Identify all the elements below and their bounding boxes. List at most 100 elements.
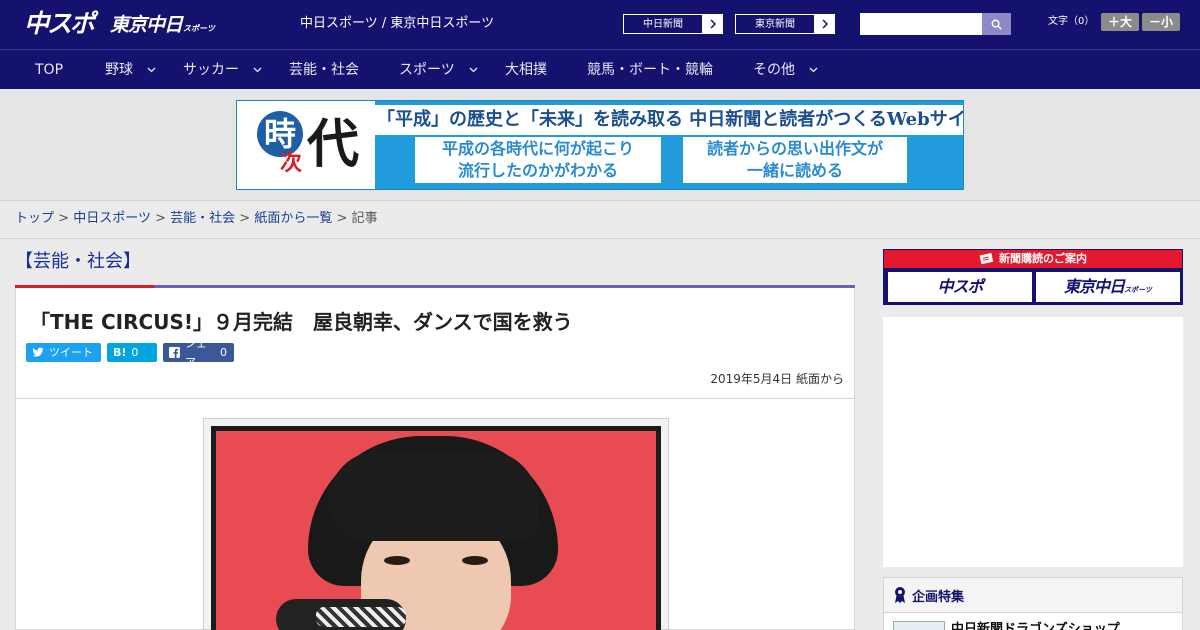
article-photo-border: [211, 426, 661, 630]
breadcrumb-separator: >: [239, 211, 251, 226]
search-icon: [991, 19, 1002, 30]
breadcrumb-separator: >: [58, 211, 70, 226]
nav-item-soccer[interactable]: サッカー: [183, 50, 262, 89]
nav-item-sumo[interactable]: 大相撲: [505, 50, 547, 89]
photo-eye-left: [384, 556, 410, 565]
feature-item[interactable]: 中日新聞ドラゴンズショップ: [893, 621, 1120, 630]
tokyo-shimbun-label: 東京新聞: [735, 14, 815, 34]
banner-feature-1: 平成の各時代に何が起こり 流行したのかがわかる: [415, 137, 661, 183]
main-content: 【芸能・社会】 「THE CIRCUS!」９月完結 屋良朝幸、ダンスで国を救う …: [15, 239, 855, 630]
hatena-count: 0: [131, 346, 139, 359]
facebook-icon: [169, 347, 180, 358]
nav-label: スポーツ: [399, 61, 455, 78]
chevron-right-icon: [703, 14, 723, 34]
newspaper-icon: [979, 253, 994, 265]
breadcrumb-entertainment[interactable]: 芸能・社会: [170, 211, 235, 226]
article-title: 「THE CIRCUS!」９月完結 屋良朝幸、ダンスで国を救う: [30, 310, 573, 334]
hatena-label: B!: [113, 346, 127, 359]
site-title: 中日スポーツ / 東京中日スポーツ: [300, 16, 495, 31]
facebook-share-button[interactable]: シェア 0: [163, 337, 234, 369]
chevron-right-icon: [815, 14, 835, 34]
breadcrumb-separator: >: [155, 211, 166, 226]
tile-2-small: スポーツ: [1124, 286, 1152, 294]
chunichi-shimbun-label: 中日新聞: [623, 14, 703, 34]
nav-item-entertainment[interactable]: 芸能・社会: [289, 50, 359, 89]
tokyo-logo-small: スポーツ: [183, 24, 215, 33]
nav-item-sports[interactable]: スポーツ: [399, 50, 478, 89]
banner-headline: 「平成」の歴史と「未来」を読み取る 中日新聞と読者がつくるWebサイト: [375, 105, 963, 135]
main-nav: TOP 野球 サッカー 芸能・社会 スポーツ 大相撲 競馬・ボート・競輪 その他: [0, 49, 1200, 89]
photo-bangs: [328, 451, 538, 541]
tweet-button[interactable]: ツイート: [26, 343, 101, 362]
chevron-down-icon: [469, 67, 478, 72]
nav-label: サッカー: [183, 61, 239, 78]
nav-label: 大相撲: [505, 61, 547, 78]
chunichi-shimbun-button[interactable]: 中日新聞: [622, 13, 724, 35]
feature-heading-label: 企画特集: [912, 589, 965, 605]
facebook-count: 0: [220, 346, 227, 359]
feature-section: 企画特集 中日新聞ドラゴンズショップ: [883, 577, 1183, 630]
article-photo[interactable]: [216, 431, 656, 630]
article-date: 2019年5月4日 紙面から: [710, 372, 844, 386]
breadcrumb-paper-list[interactable]: 紙面から一覧: [254, 211, 332, 226]
breadcrumb-chunichi-sports[interactable]: 中日スポーツ: [73, 211, 151, 226]
nav-label: 芸能・社会: [289, 61, 359, 78]
jidai-logo: 時 次 代: [237, 101, 375, 189]
nav-item-baseball[interactable]: 野球: [105, 50, 156, 89]
search-button[interactable]: [982, 13, 1011, 35]
breadcrumb-separator: >: [336, 211, 348, 226]
tokyo-logo-text: 東京中日: [110, 14, 183, 36]
site-header: 中スポ 東京中日スポーツ 中日スポーツ / 東京中日スポーツ 中日新聞 東京新聞…: [0, 0, 1200, 49]
feature-thumbnail: [893, 621, 945, 630]
tokyo-shimbun-button[interactable]: 東京新聞: [734, 13, 836, 35]
jidai-banner-ad[interactable]: 時 次 代 「平成」の歴史と「未来」を読み取る 中日新聞と読者がつくるWebサイ…: [236, 100, 964, 190]
article-category: 【芸能・社会】: [15, 251, 141, 272]
feature-heading: 企画特集: [884, 578, 1182, 613]
banner-feature-2-line1: 読者からの思い出作文が: [706, 139, 883, 158]
banner-feature-1-line1: 平成の各時代に何が起こり: [441, 139, 634, 158]
chuspo-logo[interactable]: 中スポ: [24, 8, 95, 40]
feature-item-label: 中日新聞ドラゴンズショップ: [951, 622, 1120, 630]
facebook-share-label: シェア: [184, 336, 207, 369]
hatena-bookmark-button[interactable]: B! 0: [107, 343, 157, 362]
ribbon-icon: [895, 587, 905, 603]
nav-label: その他: [753, 61, 795, 78]
chevron-down-icon: [147, 67, 156, 72]
search-input[interactable]: [860, 13, 982, 35]
tweet-label: ツイート: [49, 346, 93, 359]
font-smaller-button[interactable]: －小: [1142, 13, 1180, 31]
banner-feature-2: 読者からの思い出作文が 一緒に読める: [683, 137, 907, 183]
nav-label: 野球: [105, 61, 133, 78]
sidebar-ad-slot: [883, 317, 1183, 567]
share-buttons: ツイート B! 0 シェア 0: [26, 337, 234, 369]
banner-area: 時 次 代 「平成」の歴史と「未来」を読み取る 中日新聞と読者がつくるWebサイ…: [0, 89, 1200, 201]
tokyo-chunichi-logo[interactable]: 東京中日スポーツ: [110, 11, 215, 39]
chevron-down-icon: [809, 67, 818, 72]
banner-feature-1-line2: 流行したのかがわかる: [457, 161, 618, 180]
subscription-guide: 新聞購読のご案内 中スポ 東京中日スポーツ: [883, 249, 1183, 305]
nav-item-top[interactable]: TOP: [35, 50, 63, 89]
photo-eye-right: [462, 556, 488, 565]
font-size-label: 文字（0）: [1048, 16, 1095, 27]
breadcrumb-current: 記事: [351, 211, 378, 226]
nav-item-other[interactable]: その他: [753, 50, 818, 89]
breadcrumb-top[interactable]: トップ: [15, 211, 54, 226]
breadcrumb: トップ > 中日スポーツ > 芸能・社会 > 紙面から一覧 > 記事: [15, 210, 378, 228]
font-larger-button[interactable]: ＋大: [1101, 13, 1139, 31]
banner-feature-2-line2: 一緒に読める: [746, 161, 843, 180]
article-card: 「THE CIRCUS!」９月完結 屋良朝幸、ダンスで国を救う ツイート B! …: [15, 288, 855, 630]
logo-dai: 代: [307, 114, 360, 175]
subscribe-chuspo-link[interactable]: 中スポ: [888, 272, 1032, 302]
twitter-icon: [32, 347, 44, 357]
logo-tsugi: 次: [280, 150, 303, 176]
chevron-down-icon: [253, 67, 262, 72]
tile-2-text: 東京中日: [1064, 277, 1125, 296]
nav-label: 競馬・ボート・競輪: [587, 61, 713, 78]
nav-item-racing[interactable]: 競馬・ボート・競輪: [587, 50, 713, 89]
article-photo-frame: [203, 418, 669, 630]
subscription-guide-bar[interactable]: 新聞購読のご案内: [884, 250, 1182, 268]
subscribe-tokyo-chunichi-link[interactable]: 東京中日スポーツ: [1036, 272, 1180, 302]
photo-glove: [316, 607, 406, 627]
article-header-divider: [16, 398, 854, 399]
nav-label: TOP: [35, 61, 64, 78]
